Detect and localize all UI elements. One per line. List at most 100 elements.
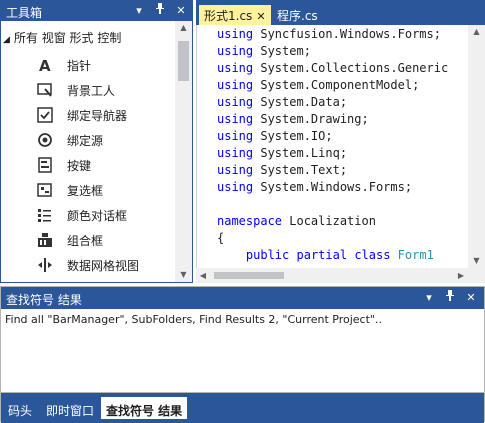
code-line: using System.Text;: [217, 163, 347, 177]
code-keyword: using: [217, 95, 254, 109]
checkbox-icon: [37, 182, 53, 198]
code-keyword: using: [217, 61, 254, 75]
toolbox-item-label: 数据网格视图: [67, 259, 140, 273]
code-line: using System.Data;: [217, 95, 347, 109]
code-text: System.Collections.Generic: [253, 61, 449, 75]
close-icon[interactable]: ✕: [174, 3, 188, 18]
close-icon[interactable]: ✕: [464, 290, 478, 305]
dropdown-icon[interactable]: ▾: [422, 290, 436, 305]
results-title-bar[interactable]: 查找符号 结果 ▾ ✕: [1, 287, 484, 309]
color-dialog-icon: [37, 207, 53, 223]
collapse-arrow-icon[interactable]: ◢: [3, 35, 10, 45]
code-keyword: class: [354, 248, 391, 262]
code-keyword: using: [217, 112, 254, 126]
dropdown-icon[interactable]: ▾: [132, 3, 146, 18]
code-area[interactable]: using Syncfusion.Windows.Forms; using Sys…: [196, 25, 469, 268]
toolbox-item-label: 绑定源: [67, 134, 104, 148]
toolbox-item-pointer[interactable]: A 指针: [37, 55, 173, 75]
binding-source-icon: [37, 132, 53, 148]
code-text: System.ComponentModel;: [253, 78, 420, 92]
editor-vertical-scrollbar[interactable]: ▲ ▼: [468, 25, 485, 268]
toolbox-item-label: 组合框: [67, 234, 104, 248]
toolbox-item-label: 背景工人: [67, 84, 116, 98]
pin-icon[interactable]: [443, 290, 457, 305]
toolbox-item-label: 指针: [67, 59, 92, 73]
code-keyword: using: [217, 78, 254, 92]
pointer-icon: A: [37, 57, 53, 75]
tab-label: 形式1.cs: [204, 9, 253, 23]
toolbox-item-button[interactable]: 按键: [37, 155, 173, 175]
editor-tab-bar: 形式1.cs ✕ 程序.cs: [196, 0, 485, 25]
tab-label: 程序.cs: [277, 9, 318, 23]
scroll-down-icon[interactable]: ▼: [468, 254, 485, 268]
scroll-up-icon[interactable]: ▲: [175, 21, 192, 35]
toolbox-item-binding-source[interactable]: 绑定源: [37, 130, 173, 150]
tab-form1-cs[interactable]: 形式1.cs ✕: [199, 5, 271, 25]
combobox-icon: [37, 232, 53, 248]
code-keyword: using: [217, 163, 254, 177]
toolbox-item-datagridview[interactable]: 数据网格视图: [37, 255, 173, 275]
code-keyword: namespace: [217, 214, 283, 228]
toolbox-item-checkbox[interactable]: 复选框: [37, 180, 173, 200]
toolbox-item-combobox[interactable]: 组合框: [37, 230, 173, 250]
tab-find-symbol-results[interactable]: 查找符号 结果: [101, 397, 188, 419]
code-text: System.Windows.Forms;: [253, 180, 413, 194]
code-text: System.IO;: [253, 129, 333, 143]
toolbox-title: 工具箱: [6, 6, 43, 20]
code-line: using System.Collections.Generic: [217, 61, 448, 75]
code-line: using Syncfusion.Windows.Forms;: [217, 27, 441, 41]
toolbox-item-label: 绑定导航器: [67, 109, 128, 123]
code-keyword: partial: [296, 248, 348, 262]
toolbox-scrollbar[interactable]: ▲ ▼: [175, 21, 192, 282]
pin-icon[interactable]: [153, 3, 167, 18]
scroll-right-icon[interactable]: ▶: [454, 269, 468, 283]
close-icon[interactable]: ✕: [256, 10, 265, 23]
code-keyword: public: [245, 248, 290, 262]
tab-dock[interactable]: 码头: [8, 397, 32, 419]
toolbox-group-label: 所有 视窗 形式 控制: [13, 31, 122, 45]
code-keyword: using: [217, 129, 254, 143]
code-line: using System.ComponentModel;: [217, 78, 419, 92]
bottom-tab-bar: 码头 即时窗口 查找符号 结果: [1, 393, 484, 423]
code-line: namespace Localization: [217, 214, 376, 228]
code-line: using System.Windows.Forms;: [217, 180, 412, 194]
code-line: using System;: [217, 44, 311, 58]
toolbox-group-header[interactable]: ◢ 所有 视窗 形式 控制: [3, 29, 121, 47]
editor-horizontal-scrollbar[interactable]: ◀ ▶: [196, 268, 468, 283]
toolbox-item-color-dialog[interactable]: 颜色对话框: [37, 205, 173, 225]
datagridview-icon: [37, 257, 53, 273]
scroll-thumb[interactable]: [214, 272, 284, 279]
toolbox-panel: 工具箱 ▾ ✕ ◢ 所有 视窗 形式 控制 A 指针 背景工人 绑定导航器 绑定源: [0, 0, 193, 283]
toolbox-item-label: 颜色对话框: [67, 209, 128, 223]
scroll-up-icon[interactable]: ▲: [468, 25, 485, 39]
code-text: Syncfusion.Windows.Forms;: [253, 27, 441, 41]
find-symbol-results-panel: 查找符号 结果 ▾ ✕ Find all "BarManager", SubFo…: [0, 286, 485, 423]
toolbox-item-binding-navigator[interactable]: 绑定导航器: [37, 105, 173, 125]
scroll-thumb[interactable]: [178, 41, 189, 81]
button-icon: [37, 157, 53, 173]
tab-program-cs[interactable]: 程序.cs: [272, 5, 322, 25]
toolbox-item-background-worker[interactable]: 背景工人: [37, 80, 173, 100]
code-line: {: [217, 231, 224, 245]
code-line: using System.Drawing;: [217, 112, 369, 126]
toolbox-list: ◢所有 视窗 形式 控制 A 指针 背景工人 绑定导航器 绑定源 按键 复选框: [1, 21, 175, 282]
code-line: using System.IO;: [217, 129, 333, 143]
code-keyword: using: [217, 27, 254, 41]
scroll-left-icon[interactable]: ◀: [196, 269, 210, 283]
code-text: System;: [253, 44, 311, 58]
tab-immediate-window[interactable]: 即时窗口: [46, 397, 94, 419]
code-text: {: [217, 231, 225, 245]
scrollbar-corner: [468, 268, 485, 283]
code-line: using System.Linq;: [217, 146, 347, 160]
scroll-down-icon[interactable]: ▼: [175, 268, 192, 282]
code-text: System.Linq;: [253, 146, 348, 160]
toolbox-item-label: 按键: [67, 159, 92, 173]
code-keyword: using: [217, 180, 254, 194]
toolbox-title-bar[interactable]: 工具箱 ▾ ✕: [1, 1, 192, 21]
code-keyword: using: [217, 146, 254, 160]
background-worker-icon: [37, 82, 53, 98]
results-line[interactable]: Find all "BarManager", SubFolders, Find …: [5, 313, 382, 326]
